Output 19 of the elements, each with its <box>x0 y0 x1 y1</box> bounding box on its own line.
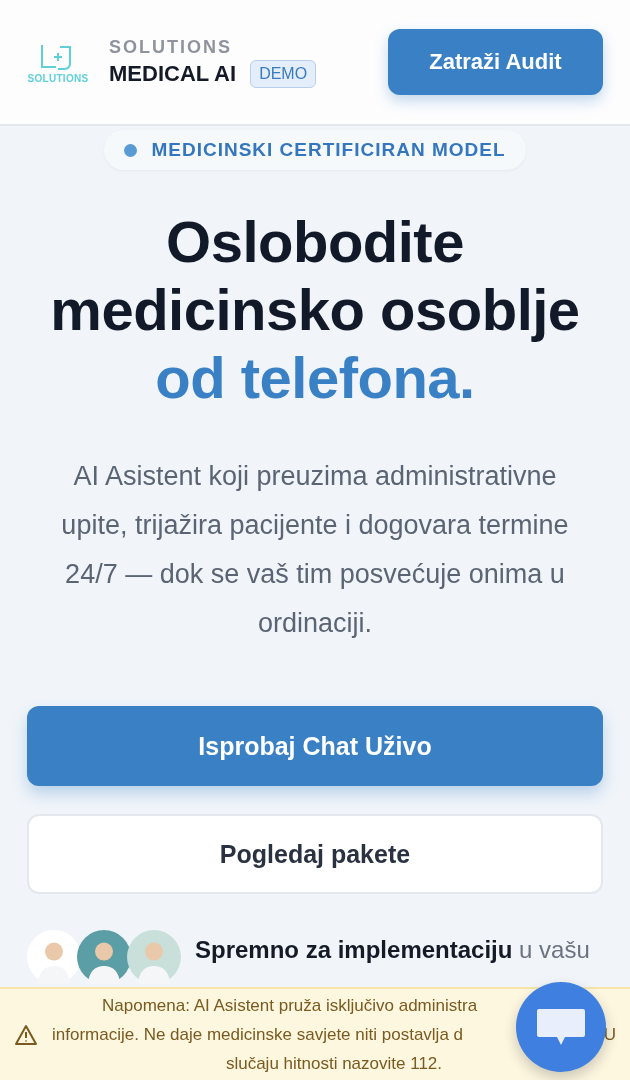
headline-accent: od telefona. <box>155 344 475 412</box>
implementation-text: Spremno za implementaciju u vašu <box>195 935 590 964</box>
demo-badge: DEMO <box>250 59 317 88</box>
audit-button[interactable]: Zatraži Audit <box>388 29 603 95</box>
brand-name: MEDICAL AI <box>109 60 237 87</box>
pill-text: MEDICINSKI CERTIFICIRAN MODEL <box>151 139 506 161</box>
packages-button[interactable]: Pogledaj pakete <box>27 814 603 894</box>
logo-text: SOLUTIONS <box>27 72 89 84</box>
disclaimer-text: U <box>603 1024 616 1046</box>
warning-icon <box>14 1023 38 1046</box>
disclaimer-text: Napomena: AI Asistent pruža isključivo administra <box>101 995 478 1017</box>
disclaimer-text: informacije. Ne daje medicinske savjete niti postavlja d <box>52 1024 464 1046</box>
headline: Oslobodite <box>166 208 464 276</box>
try-chat-button[interactable]: Isprobaj Chat Uživo <box>27 706 603 786</box>
brand-subtitle: SOLUTIONS <box>109 36 233 58</box>
status-dot-icon <box>124 143 138 157</box>
hero-description: AI Asistent koji preuzima administrativne upite, trijažira pacijente i dogovara termine 24/7 — dok se vaš tim posvećuje onima u ordinaciji. <box>60 460 570 640</box>
disclaimer-text: slučaju hitnosti nazovite 112. <box>225 1053 443 1075</box>
headline: medicinsko osoblje <box>50 276 580 344</box>
